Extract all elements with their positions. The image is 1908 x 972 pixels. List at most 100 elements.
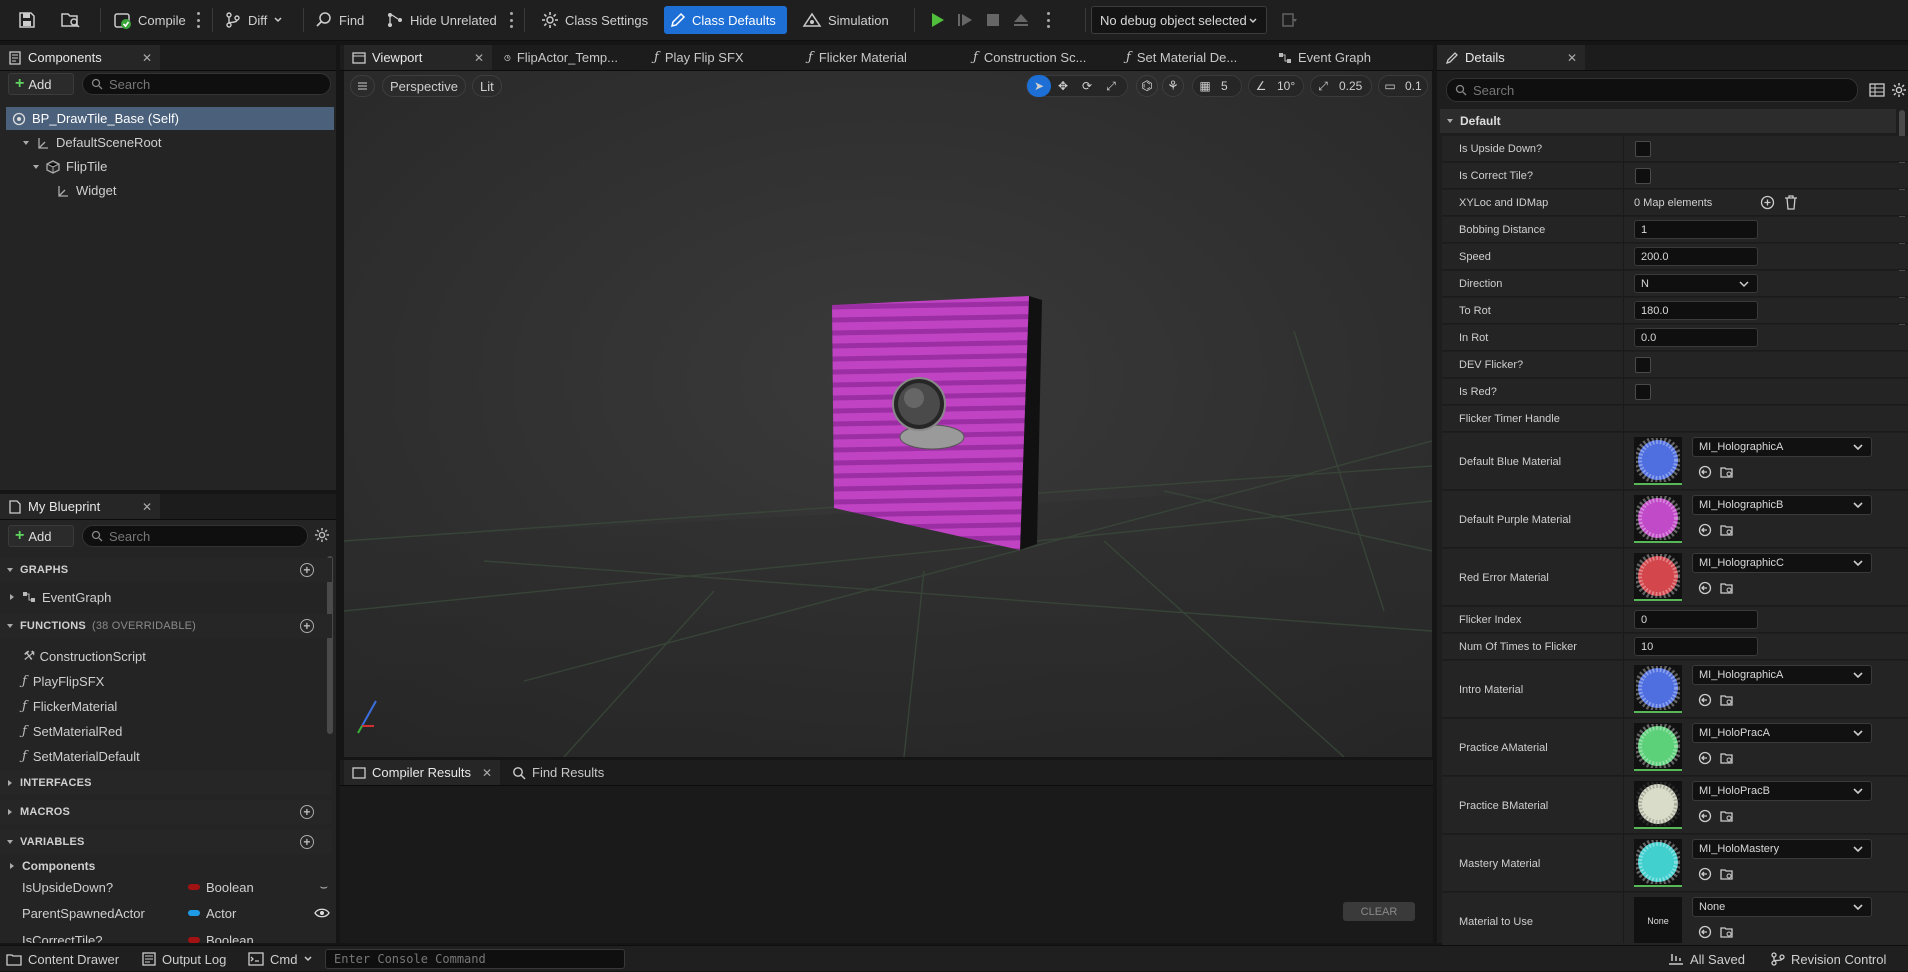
browse-folder-icon[interactable] <box>1720 867 1734 881</box>
graph-item-eventgraph[interactable]: EventGraph <box>8 586 111 608</box>
close-icon[interactable]: ✕ <box>1567 51 1577 65</box>
close-icon[interactable]: ✕ <box>142 500 152 514</box>
graphs-section-header[interactable]: GRAPHS + <box>0 558 332 582</box>
class-settings-button[interactable]: Class Settings <box>535 6 654 34</box>
browse-folder-icon[interactable] <box>1720 693 1734 707</box>
select-tool-icon[interactable]: ➤ <box>1027 75 1051 97</box>
material-select[interactable]: MI_HoloPracB <box>1692 781 1872 801</box>
settings-icon[interactable] <box>1891 82 1907 98</box>
add-component-button[interactable]: + Add <box>8 73 74 95</box>
is-red-checkbox[interactable] <box>1635 384 1651 400</box>
function-item-setmaterialdefault[interactable]: ƒ SetMaterialDefault <box>22 745 140 767</box>
variable-category-components[interactable]: Components <box>8 855 95 877</box>
browse-icon[interactable] <box>55 6 87 34</box>
function-item-flickermaterial[interactable]: ƒ FlickerMaterial <box>22 695 117 717</box>
tab-play-flip-sfx[interactable]: ƒ Play Flip SFX <box>646 45 786 70</box>
camera-speed-group[interactable]: ▭ 0.1 <box>1378 75 1428 97</box>
tab-compiler-results[interactable]: Compiler Results ✕ <box>344 760 500 785</box>
tab-set-material-default[interactable]: ƒ Set Material De... <box>1118 45 1248 70</box>
add-variable-icon[interactable]: + <box>300 835 314 849</box>
material-select[interactable]: MI_HolographicC <box>1692 553 1872 573</box>
clear-button[interactable]: CLEAR <box>1343 902 1415 921</box>
surface-snap-icon[interactable]: ⚘ <box>1162 75 1184 97</box>
default-section-header[interactable]: Default <box>1440 109 1896 133</box>
to-rot-input[interactable]: 180.0 <box>1634 301 1758 320</box>
rotate-tool-icon[interactable]: ⟳ <box>1075 75 1099 97</box>
tab-my-blueprint[interactable]: My Blueprint ✕ <box>0 494 160 519</box>
bobbing-distance-input[interactable]: 1 <box>1634 220 1758 239</box>
material-to-use-select[interactable]: None <box>1692 897 1872 917</box>
material-to-use-thumbnail[interactable]: None <box>1634 897 1682 943</box>
eye-icon[interactable] <box>314 907 330 919</box>
material-thumbnail[interactable] <box>1634 553 1682 601</box>
material-select[interactable]: MI_HoloPracA <box>1692 723 1872 743</box>
step-icon[interactable] <box>950 6 980 34</box>
material-thumbnail[interactable] <box>1634 495 1682 543</box>
diff-button[interactable]: Diff <box>218 6 289 34</box>
browse-folder-icon[interactable] <box>1720 925 1734 939</box>
material-select[interactable]: MI_HolographicB <box>1692 495 1872 515</box>
tab-flipactor-template[interactable]: FlipActor_Temp... <box>496 45 626 70</box>
scale-tool-icon[interactable]: ⤢ <box>1099 75 1123 97</box>
browse-folder-icon[interactable] <box>1720 523 1734 537</box>
save-icon[interactable] <box>12 6 42 34</box>
add-macro-icon[interactable]: + <box>300 805 314 819</box>
tree-item-self[interactable]: BP_DrawTile_Base (Self) <box>6 107 334 130</box>
function-item-constructionscript[interactable]: ⚒ ConstructionScript <box>22 645 146 667</box>
stop-icon[interactable] <box>978 6 1008 34</box>
my-blueprint-search-input[interactable]: Search <box>82 525 308 547</box>
rotation-snap-group[interactable]: ∠ 10° <box>1248 75 1304 97</box>
add-member-button[interactable]: + Add <box>8 525 74 547</box>
variable-item-isupsidedown[interactable]: IsUpsideDown? Boolean ⌣ <box>22 876 328 898</box>
tab-flicker-material[interactable]: ƒ Flicker Material <box>800 45 950 70</box>
interfaces-section-header[interactable]: INTERFACES <box>0 771 332 795</box>
function-item-setmaterialred[interactable]: ƒ SetMaterialRed <box>22 720 122 742</box>
grid-snap-group[interactable]: ▦ 5 <box>1192 75 1242 97</box>
perspective-button[interactable]: Perspective <box>382 75 466 97</box>
eject-icon[interactable] <box>1006 6 1036 34</box>
viewport-menu-button[interactable] <box>350 75 375 97</box>
debug-filter-icon[interactable] <box>1275 6 1305 34</box>
find-button[interactable]: Find <box>309 6 370 34</box>
all-saved-button[interactable]: All Saved <box>1668 946 1745 972</box>
tab-find-results[interactable]: Find Results <box>504 760 624 785</box>
scale-snap-group[interactable]: ⤢ 0.25 <box>1310 75 1372 97</box>
dev-flicker-checkbox[interactable] <box>1635 357 1651 373</box>
close-icon[interactable]: ✕ <box>474 51 484 65</box>
trash-icon[interactable] <box>1784 195 1798 210</box>
variables-section-header[interactable]: VARIABLES + <box>0 830 332 854</box>
speed-input[interactable]: 200.0 <box>1634 247 1758 266</box>
tab-details[interactable]: Details ✕ <box>1437 45 1585 70</box>
tab-event-graph[interactable]: Event Graph <box>1270 45 1400 70</box>
num-times-flicker-input[interactable]: 10 <box>1634 637 1758 656</box>
cmd-dropdown[interactable]: Cmd <box>248 946 313 972</box>
my-blueprint-scrollbar[interactable] <box>327 556 333 734</box>
close-icon[interactable]: ✕ <box>482 766 492 780</box>
output-log-button[interactable]: Output Log <box>142 946 226 972</box>
use-selected-icon[interactable] <box>1698 809 1712 823</box>
material-select[interactable]: MI_HoloMastery <box>1692 839 1872 859</box>
is-upside-down-checkbox[interactable] <box>1635 141 1651 157</box>
tree-item-widget[interactable]: Widget <box>6 179 334 202</box>
use-selected-icon[interactable] <box>1698 465 1712 479</box>
add-element-icon[interactable] <box>1760 195 1775 210</box>
use-selected-icon[interactable] <box>1698 693 1712 707</box>
viewport-canvas[interactable]: Perspective Lit ➤ ✥ ⟳ ⤢ ⌬ ⚘ ▦ 5 ∠ 10° ⤢ … <box>344 71 1432 757</box>
material-thumbnail[interactable] <box>1634 723 1682 771</box>
variable-item-parentspawnedactor[interactable]: ParentSpawnedActor Actor <box>22 902 330 924</box>
browse-folder-icon[interactable] <box>1720 751 1734 765</box>
browse-folder-icon[interactable] <box>1720 809 1734 823</box>
components-search-input[interactable]: Search <box>82 73 331 95</box>
revision-control-button[interactable]: Revision Control <box>1771 946 1886 972</box>
material-thumbnail[interactable] <box>1634 665 1682 713</box>
compile-options-icon[interactable] <box>196 12 200 28</box>
variable-item-iscorrecttile[interactable]: IsCorrectTile? Boolean <box>22 928 322 943</box>
add-graph-icon[interactable]: + <box>300 563 314 577</box>
browse-folder-icon[interactable] <box>1720 581 1734 595</box>
flicker-index-input[interactable]: 0 <box>1634 610 1758 629</box>
use-selected-icon[interactable] <box>1698 523 1712 537</box>
gear-icon[interactable] <box>314 527 330 543</box>
tab-components[interactable]: Components ✕ <box>0 45 160 70</box>
details-search-input[interactable]: Search <box>1446 78 1858 102</box>
is-correct-tile-checkbox[interactable] <box>1635 168 1651 184</box>
